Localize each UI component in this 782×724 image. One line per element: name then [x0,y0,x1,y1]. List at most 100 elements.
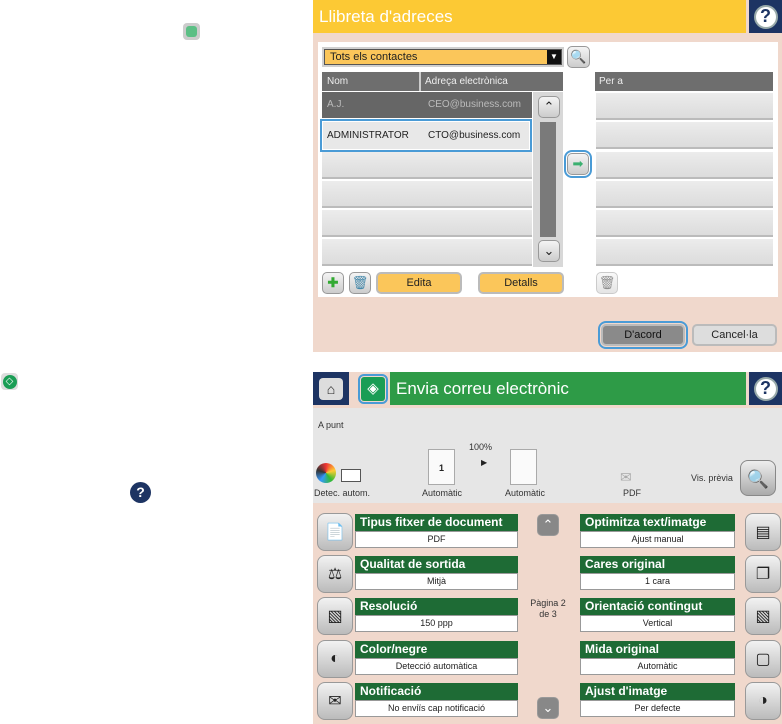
recipient-row[interactable] [596,181,773,208]
filter-value: Tots els contactes [330,51,418,63]
table-row[interactable] [322,210,532,237]
home-button[interactable]: ⌂ [313,372,349,405]
table-row[interactable] [322,152,532,179]
recipient-row[interactable] [596,210,773,237]
page-up-button[interactable]: ⌃ [537,514,559,536]
setting-icon: ❐ [745,555,781,593]
status-text: A punt [318,420,344,430]
preview-label: Vis. prèvia [691,473,733,483]
table-row[interactable]: ADMINISTRATOR CTO@business.com [320,119,532,152]
setting-value: Per defecte [580,700,735,717]
scrollbar-thumb[interactable] [540,122,556,237]
delete-contact-button[interactable]: 🗑 [349,272,371,294]
setting-icon: ▢ [745,640,781,678]
home-icon: ⌂ [319,377,343,400]
search-button[interactable]: 🔍 [567,46,590,68]
setting-icon: ▧ [317,597,353,635]
help-button[interactable]: ? [749,0,782,33]
chevron-up-icon: ⌃ [543,99,555,114]
color-mode-label: Detec. autom. [314,488,371,498]
setting-button[interactable]: ⚖ Qualitat de sortida Mitjà [317,555,518,593]
setting-value: No enviïs cap notificació [355,700,518,717]
zoom-value: 100% [469,442,493,452]
table-header: Nom Adreça electrònica [322,72,563,91]
table-row[interactable]: A.J. CEO@business.com [322,92,532,118]
cancel-button[interactable]: Cancel·la [692,324,777,346]
chevron-up-icon: ⌃ [542,517,554,532]
setting-button[interactable]: ▢ Mida original Automàtic [580,640,781,678]
setting-icon: ⚖ [317,555,353,593]
setting-button[interactable]: ◐ Color/negre Detecció automàtica [317,640,518,678]
edit-button[interactable]: Edita [376,272,462,294]
help-icon: ? [130,482,151,503]
cancel-label: Cancel·la [711,329,758,341]
color-icon [316,463,336,483]
chevron-down-icon: ⌄ [543,243,555,258]
search-icon: 🔍 [570,49,587,64]
col-name: Nom [327,76,349,87]
arrow-icon: ▶ [481,458,488,467]
contact-name: ADMINISTRATOR [327,130,409,141]
setting-title: Tipus fitxer de document [355,514,518,531]
add-contact-button[interactable]: ✚ [322,272,344,294]
setting-value: Ajust manual [580,531,735,548]
contact-email: CEO@business.com [428,99,521,110]
help-button[interactable]: ? [749,372,782,405]
setting-button[interactable]: ✉ Notificació No enviïs cap notificació [317,682,518,720]
table-row[interactable] [322,239,532,266]
setting-button[interactable]: ▧ Resolució 150 ppp [317,597,518,635]
recipient-row[interactable] [596,122,773,149]
output-page-icon [510,449,537,485]
setting-button[interactable]: ▧ Orientació contingut Vertical [580,597,781,635]
setting-title: Notificació [355,683,518,700]
setting-title: Resolució [355,598,518,615]
address-book-header: Llibreta d'adreces [313,0,746,33]
start-icon: ◈ [367,380,379,397]
add-to-recipients-button[interactable]: ➡ [564,150,592,178]
help-icon: ? [753,4,778,29]
setting-button[interactable]: ◑ Ajust d'imatge Per defecte [580,682,781,720]
setting-icon: ◑ [745,682,781,720]
page-down-button[interactable]: ⌄ [537,697,559,719]
start-button[interactable]: ◈ [358,374,388,404]
table-row[interactable] [322,181,532,208]
ok-button[interactable]: D'acord [598,321,688,349]
email-header: Envia correu electrònic [390,372,746,405]
page-title: Llibreta d'adreces [319,6,453,26]
help-icon: ? [753,376,778,401]
col-to: Per a [599,76,623,87]
setting-title: Qualitat de sortida [355,556,518,573]
status-area [313,408,782,503]
setting-value: 1 cara [580,573,735,590]
chevron-down-icon: ▼ [547,50,561,64]
setting-title: Ajust d'imatge [580,683,735,700]
details-button[interactable]: Detalls [478,272,564,294]
setting-button[interactable]: 📄 Tipus fitxer de document PDF [317,513,518,551]
setting-title: Cares original [580,556,735,573]
setting-value: 150 ppp [355,615,518,632]
preview-button[interactable]: 🔍 [740,460,776,496]
page-title: Envia correu electrònic [396,378,569,398]
setting-value: Vertical [580,615,735,632]
to-header: Per a [595,72,773,91]
output-size-label: Automàtic [505,488,546,498]
scroll-up-button[interactable]: ⌃ [538,96,560,118]
recipient-row[interactable] [596,152,773,179]
recipient-row[interactable] [596,239,773,266]
format-label: PDF [623,488,641,498]
setting-button[interactable]: ▤ Optimitza text/imatge Ajust manual [580,513,781,551]
col-email: Adreça electrònica [425,76,508,87]
trash-icon: 🗑 [598,275,616,290]
remove-recipient-button[interactable]: 🗑 [596,272,618,294]
scroll-down-button[interactable]: ⌄ [538,240,560,262]
setting-title: Optimitza text/imatge [580,514,735,531]
page-indicator: Pàgina 2 de 3 [530,598,566,619]
setting-title: Orientació contingut [580,598,735,615]
setting-title: Color/negre [355,641,518,658]
setting-value: Mitjà [355,573,518,590]
setting-icon: ▧ [745,597,781,635]
ok-label: D'acord [624,329,662,341]
contact-filter-dropdown[interactable]: Tots els contactes ▼ [322,47,564,67]
recipient-row[interactable] [596,93,773,120]
setting-button[interactable]: ❐ Cares original 1 cara [580,555,781,593]
